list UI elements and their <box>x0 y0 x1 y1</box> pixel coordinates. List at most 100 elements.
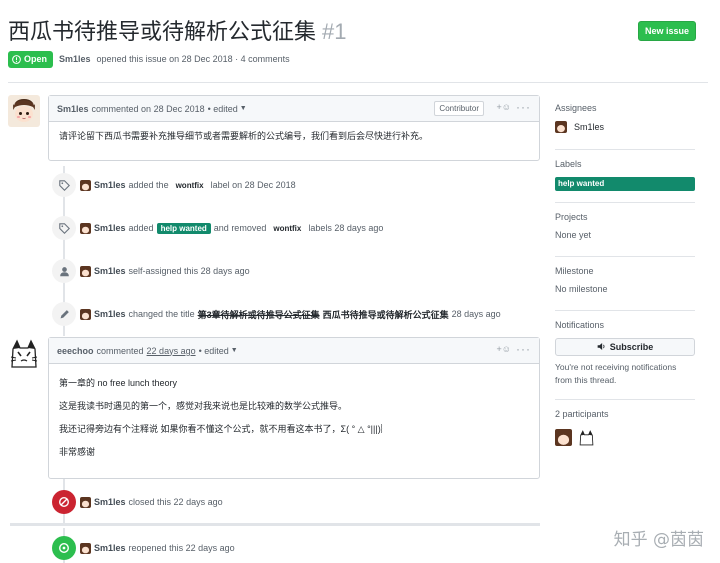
timeline-event-closed: Sm1les closed this 22 days ago <box>52 490 223 514</box>
participant-avatar-eeechoo[interactable] <box>578 429 595 446</box>
avatar-eeechoo[interactable] <box>8 337 40 369</box>
notifications-note: You're not receiving notifications from … <box>555 362 677 385</box>
sidebar-projects-title[interactable]: Projects <box>555 212 700 226</box>
label-help-wanted[interactable]: help wanted <box>156 222 211 234</box>
issue-number: #1 <box>322 19 347 44</box>
event-actor-link[interactable]: Sm1les <box>94 180 126 190</box>
issue-title: 西瓜书待推导或待解析公式征集 #1 <box>8 19 347 44</box>
sidebar-milestone-title[interactable]: Milestone <box>555 266 700 280</box>
participant-avatars <box>555 429 700 446</box>
sidebar-divider <box>555 202 695 203</box>
tag-icon <box>52 173 76 197</box>
avatar-mini <box>80 496 91 508</box>
event-text: self-assigned this 28 days ago <box>128 266 250 276</box>
comment-body: 第一章的 no free lunch theory 这是我读书时遇见的第一个，感… <box>49 364 539 467</box>
avatar-mini <box>80 265 91 277</box>
chevron-down-icon[interactable]: ▼ <box>231 347 238 354</box>
comment-2: eeechoo commented 22 days ago • edited ▼… <box>48 337 540 479</box>
timeline-event-label-added: Sm1les added the wontfix label on 28 Dec… <box>52 173 296 197</box>
edited-dropdown[interactable]: • edited <box>199 346 229 356</box>
event-text: and removed <box>213 223 267 233</box>
speaker-icon <box>597 342 606 353</box>
avatar-sm1les[interactable] <box>8 95 40 127</box>
event-text: reopened this 22 days ago <box>128 543 235 553</box>
sidebar-milestone-value: No milestone <box>555 284 608 294</box>
issue-title-text: 西瓜书待推导或待解析公式征集 <box>8 19 317 44</box>
sidebar-notifications: Notifications Subscribe You're not recei… <box>555 320 700 387</box>
add-reaction-icon[interactable]: +☺ <box>497 344 511 354</box>
sidebar-milestone: Milestone No milestone <box>555 266 700 294</box>
event-text: label on 28 Dec 2018 <box>210 180 296 190</box>
event-text: added the <box>128 180 169 190</box>
event-text: added <box>128 223 154 233</box>
timeline-event-renamed: Sm1les changed the title 第3章待解析或待推导公式征集 … <box>52 302 501 326</box>
sidebar-projects: Projects None yet <box>555 212 700 240</box>
state-text: Open <box>24 53 48 64</box>
event-actor-link[interactable]: Sm1les <box>94 543 126 553</box>
event-time: 28 days ago <box>451 309 501 319</box>
sidebar-divider <box>555 399 695 400</box>
sidebar-participants: 2 participants <box>555 409 700 446</box>
assignee-link[interactable]: Sm1les <box>574 122 604 132</box>
comment-body: 请评论留下西瓜书需要补充推导细节或者需要解析的公式编号，我们看到后会尽快进行补充… <box>49 122 539 151</box>
event-actor-link[interactable]: Sm1les <box>94 497 126 507</box>
sidebar-assignee: Sm1les <box>555 121 700 133</box>
comment-1: Sm1les commented on 28 Dec 2018 • edited… <box>48 95 540 161</box>
chevron-down-icon[interactable]: ▼ <box>240 105 247 112</box>
pencil-icon <box>52 302 76 326</box>
label-wontfix[interactable]: wontfix <box>269 222 306 234</box>
issue-author-link[interactable]: Sm1les <box>59 54 91 64</box>
comment-time-link[interactable]: 22 days ago <box>147 346 196 356</box>
comment-author-link[interactable]: Sm1les <box>57 104 89 114</box>
timeline-event-labels-changed: Sm1les added help wanted and removed won… <box>52 216 383 240</box>
add-reaction-icon[interactable]: +☺ <box>497 102 511 112</box>
more-options-icon[interactable]: ··· <box>516 100 531 114</box>
issue-meta: Open Sm1les opened this issue on 28 Dec … <box>8 50 290 68</box>
event-text: labels 28 days ago <box>308 223 384 233</box>
sidebar-notifications-title: Notifications <box>555 320 605 330</box>
new-issue-button[interactable]: New issue <box>638 21 696 41</box>
subscribe-label: Subscribe <box>609 342 654 352</box>
issue-closed-icon <box>52 490 76 514</box>
comment-paragraph: 非常感谢 <box>59 447 96 457</box>
sidebar-divider <box>555 149 695 150</box>
timeline-separator <box>10 523 540 526</box>
sidebar-divider <box>555 256 695 257</box>
avatar-mini <box>80 308 91 320</box>
sidebar-divider <box>555 310 695 311</box>
timeline-event-assigned: Sm1les self-assigned this 28 days ago <box>52 259 250 283</box>
subscribe-button[interactable]: Subscribe <box>555 338 695 356</box>
old-title: 第3章待解析或待推导公式征集 <box>197 309 320 320</box>
comment-paragraph: 第一章的 no free lunch theory <box>59 378 178 388</box>
sidebar-labels-title[interactable]: Labels <box>555 159 700 173</box>
avatar-mini <box>80 542 91 554</box>
watermark: 知乎 @茵茵 <box>613 530 704 550</box>
comment-author-link[interactable]: eeechoo <box>57 346 94 356</box>
sidebar-label-help-wanted[interactable]: help wanted <box>555 177 695 191</box>
edited-dropdown[interactable]: • edited <box>208 104 238 114</box>
issue-header: 西瓜书待推导或待解析公式征集 #1 New issue <box>8 14 700 48</box>
sidebar-assignees-title[interactable]: Assignees <box>555 103 700 117</box>
event-actor-link[interactable]: Sm1les <box>94 223 126 233</box>
event-text: changed the title <box>128 309 195 319</box>
avatar-mini <box>80 222 91 234</box>
participant-avatar-sm1les[interactable] <box>555 429 572 446</box>
comment-action: commented <box>96 345 144 356</box>
comment-header: eeechoo commented 22 days ago • edited ▼… <box>49 338 539 364</box>
comment-paragraph: 我还记得旁边有个注释说 如果你看不懂这个公式，就不用看这本书了，Σ( ° △ °… <box>59 424 390 434</box>
sidebar-assignees: Assignees Sm1les <box>555 103 700 133</box>
tag-icon <box>52 216 76 240</box>
issue-meta-text: opened this issue on 28 Dec 2018 · 4 com… <box>96 54 290 64</box>
label-wontfix[interactable]: wontfix <box>171 179 208 191</box>
event-actor-link[interactable]: Sm1les <box>94 309 126 319</box>
contributor-badge: Contributor <box>434 101 484 116</box>
issue-opened-icon <box>12 54 21 64</box>
sidebar-projects-value: None yet <box>555 230 592 240</box>
event-actor-link[interactable]: Sm1les <box>94 266 126 276</box>
comment-header: Sm1les commented on 28 Dec 2018 • edited… <box>49 96 539 122</box>
header-divider <box>8 82 708 83</box>
more-options-icon[interactable]: ··· <box>516 342 531 356</box>
issue-reopened-icon <box>52 536 76 560</box>
sidebar-labels: Labels help wanted <box>555 159 700 191</box>
comment-action: commented on 28 Dec 2018 <box>91 103 205 114</box>
